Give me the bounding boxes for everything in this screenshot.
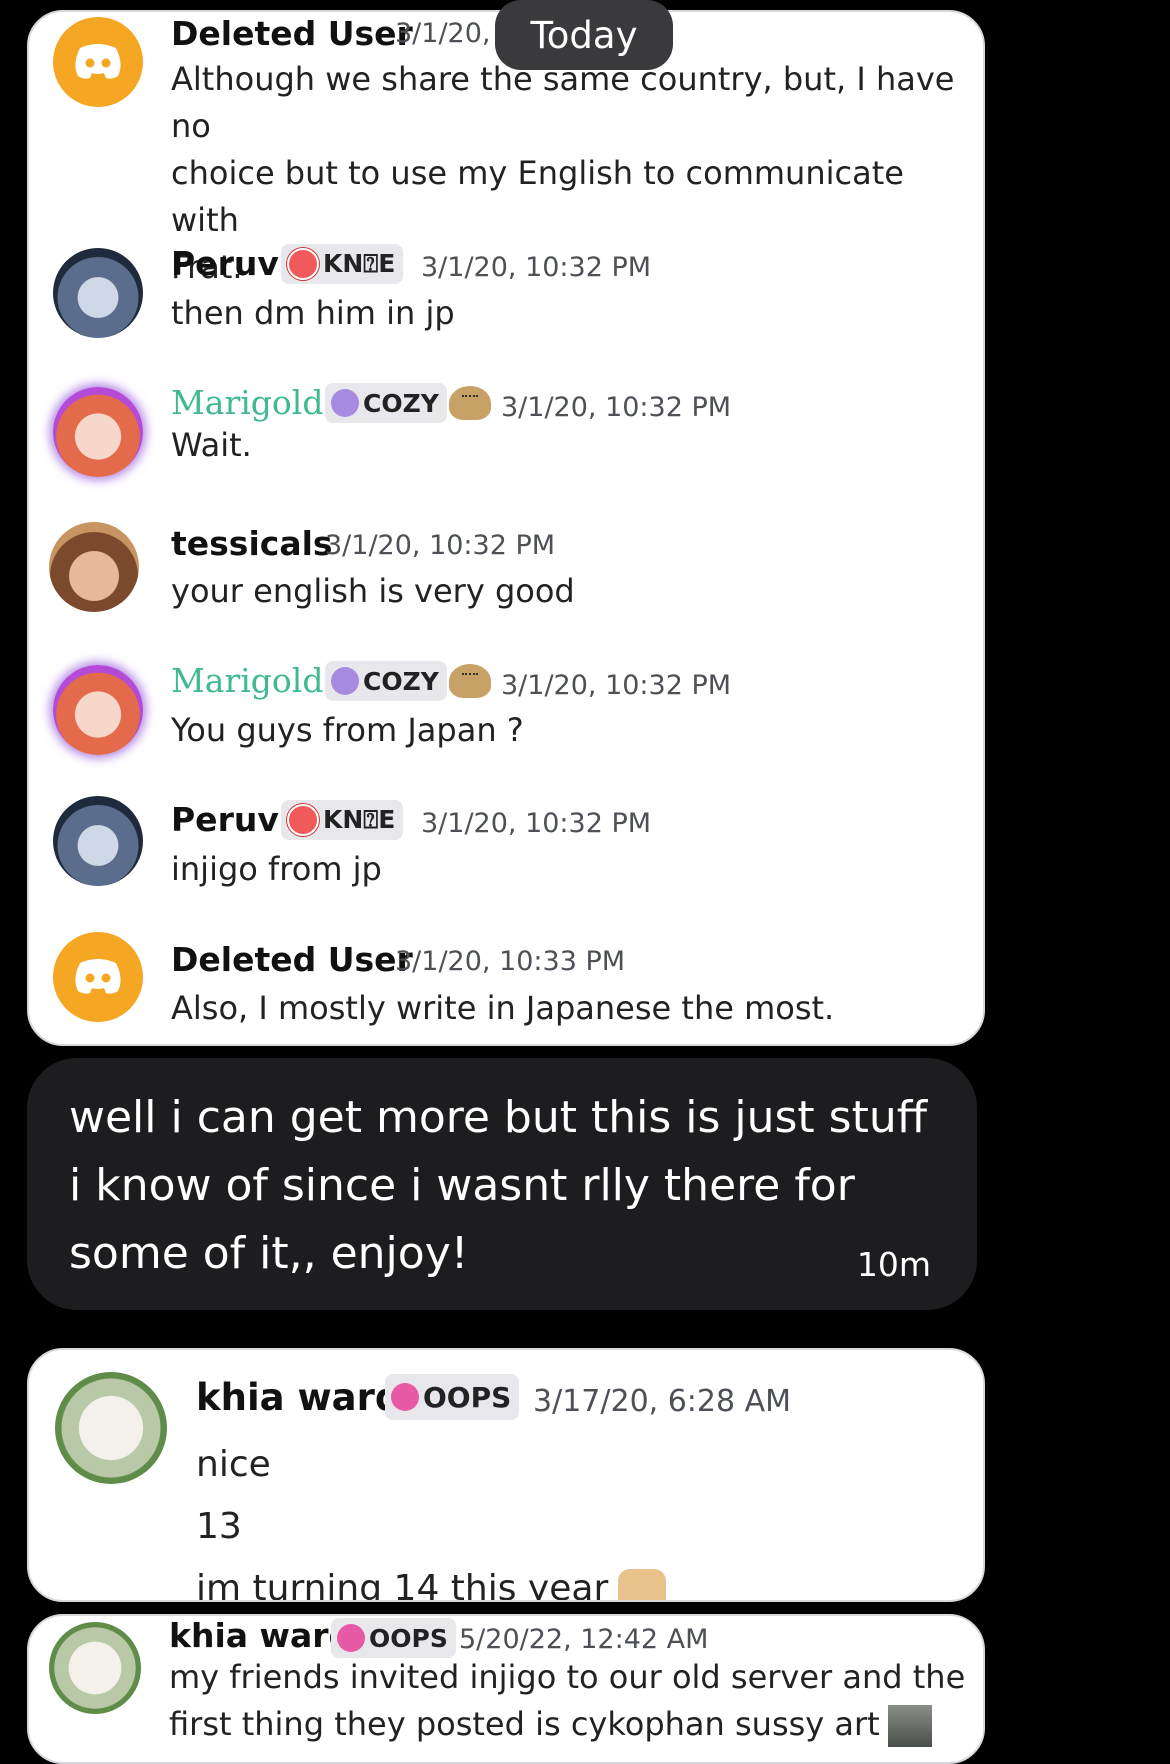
role-tag[interactable]: KN⍰E bbox=[281, 244, 404, 284]
author-name[interactable]: Deleted User bbox=[171, 14, 413, 53]
peruvi-avatar[interactable] bbox=[53, 796, 143, 886]
role-tag[interactable]: OOPS bbox=[385, 1374, 520, 1420]
leaf-icon bbox=[331, 389, 359, 417]
deleted-user-avatar[interactable] bbox=[53, 17, 143, 107]
message-card-3: khia ward OOPS 5/20/22, 12:42 AM my frie… bbox=[27, 1614, 985, 1764]
timestamp: 3/1/20, 10:33 PM bbox=[395, 946, 626, 977]
timestamp: 5/20/22, 12:42 AM bbox=[459, 1624, 709, 1655]
date-separator-pill: Today bbox=[495, 0, 673, 70]
tessicals-avatar[interactable] bbox=[49, 522, 139, 612]
role-tag[interactable]: KN⍰E bbox=[281, 800, 404, 840]
author-name[interactable]: tessicals bbox=[171, 524, 333, 563]
timestamp: 3/1/20, 10:32 PM bbox=[325, 530, 556, 561]
leaf-icon bbox=[331, 667, 359, 695]
peruvi-avatar[interactable] bbox=[53, 248, 143, 338]
tag-label: OOPS bbox=[369, 1623, 448, 1653]
fire-icon bbox=[287, 804, 319, 836]
author-name[interactable]: Marigold bbox=[171, 383, 323, 422]
message-text: my friends invited injigo to our old ser… bbox=[169, 1654, 965, 1748]
message-line: 13 bbox=[196, 1506, 242, 1547]
pou-emoji-icon bbox=[449, 386, 491, 420]
timestamp: 3/17/20, 6:28 AM bbox=[533, 1384, 792, 1419]
timestamp: 3/1/20, 10:32 PM bbox=[501, 670, 732, 701]
skull-icon bbox=[337, 1624, 365, 1652]
message-text: nice 13 im turning 14 this year bbox=[196, 1434, 667, 1602]
tag-label: COZY bbox=[363, 666, 439, 696]
reply-text: well i can get more but this is just stu… bbox=[69, 1092, 928, 1279]
pou-emoji-icon bbox=[449, 664, 491, 698]
author-name[interactable]: khia ward bbox=[196, 1376, 401, 1419]
message-line: im turning 14 this year bbox=[196, 1568, 609, 1602]
fire-icon bbox=[287, 248, 319, 280]
tag-label: KN⍰E bbox=[323, 805, 396, 834]
marigold-avatar[interactable] bbox=[53, 665, 143, 755]
tag-label: KN⍰E bbox=[323, 249, 396, 278]
discord-logo-icon bbox=[75, 44, 121, 79]
timestamp: 3/1/20, 10:32 PM bbox=[421, 252, 652, 283]
message-text: then dm him in jp bbox=[171, 294, 455, 332]
reply-bubble[interactable]: well i can get more but this is just stu… bbox=[27, 1058, 977, 1310]
message-line-with-emoji: im turning 14 this year bbox=[196, 1558, 667, 1602]
message-card-1: Deleted User 3/1/20, 1 Although we share… bbox=[27, 10, 985, 1046]
deleted-user-avatar[interactable] bbox=[53, 932, 143, 1022]
message-text: Also, I mostly write in Japanese the mos… bbox=[171, 989, 835, 1027]
message-line-with-emoji: first thing they posted is cykophan suss… bbox=[169, 1701, 965, 1748]
reply-time: 10m bbox=[856, 1245, 931, 1284]
message-line: nice bbox=[196, 1444, 271, 1485]
role-tag[interactable]: COZY bbox=[325, 661, 447, 701]
skull-icon bbox=[391, 1383, 419, 1411]
message-text: Wait. bbox=[171, 426, 252, 464]
timestamp: 3/1/20, 10:32 PM bbox=[501, 392, 732, 423]
role-tag[interactable]: COZY bbox=[325, 383, 447, 423]
message-line: choice but to use my English to communic… bbox=[171, 154, 904, 239]
message-line: Although we share the same country, but,… bbox=[171, 60, 955, 145]
message-text: You guys from Japan ? bbox=[171, 711, 524, 749]
message-text: your english is very good bbox=[171, 572, 575, 610]
author-name[interactable]: Peruvi bbox=[171, 244, 290, 283]
author-name[interactable]: Marigold bbox=[171, 661, 323, 700]
tag-label: OOPS bbox=[423, 1380, 512, 1414]
message-text: injigo from jp bbox=[171, 850, 382, 888]
toast-emoji-icon bbox=[618, 1569, 667, 1600]
message-card-2: khia ward OOPS 3/17/20, 6:28 AM nice 13 … bbox=[27, 1348, 985, 1602]
tag-label: COZY bbox=[363, 388, 439, 418]
discord-logo-icon bbox=[75, 959, 121, 994]
message-line: my friends invited injigo to our old ser… bbox=[169, 1658, 966, 1696]
author-name[interactable]: Deleted User bbox=[171, 940, 413, 979]
khia-ward-avatar[interactable] bbox=[49, 1622, 141, 1714]
role-tag[interactable]: OOPS bbox=[331, 1618, 456, 1658]
custom-emoji-icon bbox=[887, 1705, 932, 1747]
marigold-avatar[interactable] bbox=[53, 387, 143, 477]
author-name[interactable]: khia ward bbox=[169, 1616, 352, 1655]
khia-ward-avatar[interactable] bbox=[55, 1372, 167, 1484]
author-name[interactable]: Peruvi bbox=[171, 800, 290, 839]
message-line: first thing they posted is cykophan suss… bbox=[169, 1705, 880, 1743]
timestamp: 3/1/20, 10:32 PM bbox=[421, 808, 652, 839]
